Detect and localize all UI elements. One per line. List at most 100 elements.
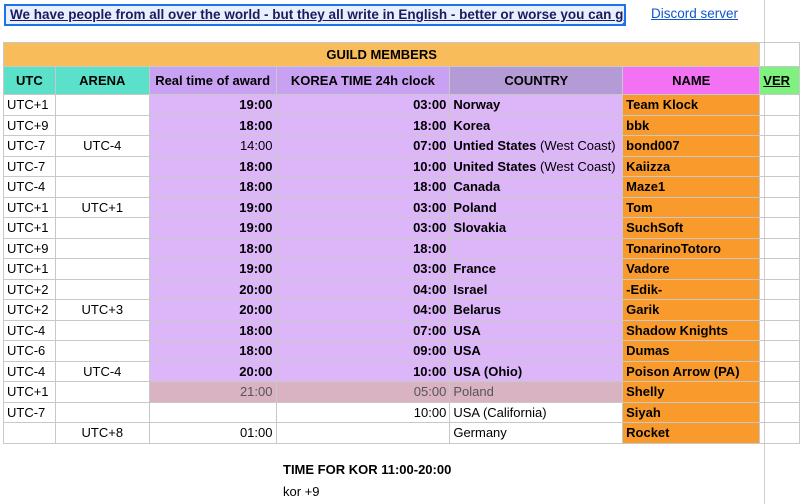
cell-country[interactable]: France [449,258,624,280]
cell-real-time[interactable]: 19:00 [148,217,277,239]
header-name[interactable]: NAME [622,66,761,95]
header-utc[interactable]: UTC [3,66,56,95]
cell-real-time[interactable]: 19:00 [148,196,277,218]
cell-name[interactable]: Tom [622,196,761,218]
cell-real-time[interactable]: 19:00 [148,258,277,280]
cell-name[interactable]: Shelly [622,381,761,403]
cell-country[interactable] [449,237,624,259]
cell-korea-time[interactable]: 18:00 [275,237,451,259]
cell-korea-time[interactable]: 10:00 [275,360,451,382]
cell-ver[interactable] [759,94,800,116]
cell-arena[interactable] [54,217,150,239]
cell-name[interactable]: Kaiizza [622,155,761,177]
cell-korea-time[interactable]: 18:00 [275,114,451,136]
cell-name[interactable]: SuchSoft [622,217,761,239]
cell-korea-time[interactable]: 03:00 [275,94,451,116]
cell-country[interactable]: Untied States (West Coast) [449,135,624,157]
cell-name[interactable]: Vadore [622,258,761,280]
cell-arena[interactable]: UTC+8 [54,422,150,444]
cell-country[interactable]: Canada [449,176,624,198]
cell-ver[interactable] [759,155,800,177]
kor-offset-note[interactable]: kor +9 [283,484,320,499]
cell-korea-time[interactable]: 09:00 [275,340,451,362]
cell-utc[interactable]: UTC-4 [3,360,56,382]
cell-real-time[interactable]: 18:00 [148,237,277,259]
cell-arena[interactable] [54,237,150,259]
cell-name[interactable]: bond007 [622,135,761,157]
cell-utc[interactable]: UTC+1 [3,196,56,218]
cell-real-time[interactable]: 18:00 [148,114,277,136]
cell-ver[interactable] [759,135,800,157]
cell-real-time[interactable]: 18:00 [148,340,277,362]
cell-country[interactable]: Germany [449,422,624,444]
cell-real-time[interactable]: 01:00 [148,422,277,444]
cell-arena[interactable] [54,176,150,198]
cell-arena[interactable] [54,278,150,300]
cell-ver[interactable] [759,360,800,382]
cell-ver[interactable] [759,237,800,259]
cell-real-time[interactable]: 14:00 [148,135,277,157]
cell-korea-time[interactable]: 18:00 [275,176,451,198]
cell-real-time[interactable]: 21:00 [148,381,277,403]
cell-country[interactable]: USA (California) [449,401,624,423]
cell-name[interactable]: Poison Arrow (PA) [622,360,761,382]
cell-country[interactable]: Israel [449,278,624,300]
cell-country[interactable]: United States (West Coast) [449,155,624,177]
cell-name[interactable]: Garik [622,299,761,321]
cell-utc[interactable]: UTC-7 [3,135,56,157]
cell-country[interactable]: Norway [449,94,624,116]
cell-ver[interactable] [759,340,800,362]
cell-name[interactable]: Team Klock [622,94,761,116]
cell-utc[interactable]: UTC-7 [3,155,56,177]
cell-korea-time[interactable]: 04:00 [275,299,451,321]
cell-name[interactable]: Siyah [622,401,761,423]
guild-members-title[interactable]: GUILD MEMBERS [2,42,761,67]
discord-server-link[interactable]: Discord server [651,6,738,21]
cell-ver[interactable] [759,176,800,198]
header-arena[interactable]: ARENA [54,66,150,95]
cell-korea-time[interactable]: 10:00 [275,401,451,423]
cell-ver[interactable] [759,258,800,280]
cell-ver[interactable] [759,217,800,239]
cell-korea-time[interactable]: 07:00 [275,319,451,341]
cell-arena[interactable] [54,340,150,362]
cell-arena[interactable]: UTC+1 [54,196,150,218]
cell-utc[interactable]: UTC+1 [3,381,56,403]
cell-utc[interactable]: UTC-4 [3,176,56,198]
cell-arena[interactable] [54,401,150,423]
cell-korea-time[interactable]: 05:00 [275,381,451,403]
cell-utc[interactable] [3,422,56,444]
cell-ver[interactable] [759,401,800,423]
cell-utc[interactable]: UTC+2 [3,299,56,321]
cell-korea-time[interactable]: 04:00 [275,278,451,300]
cell-real-time[interactable]: 19:00 [148,94,277,116]
cell-utc[interactable]: UTC+9 [3,114,56,136]
cell-korea-time[interactable]: 10:00 [275,155,451,177]
cell-arena[interactable] [54,114,150,136]
cell-name[interactable]: Shadow Knights [622,319,761,341]
cell-name[interactable]: Rocket [622,422,761,444]
cell-korea-time[interactable]: 03:00 [275,196,451,218]
cell-arena[interactable]: UTC-4 [54,360,150,382]
cell-arena[interactable]: UTC+3 [54,299,150,321]
cell-arena[interactable] [54,381,150,403]
cell-korea-time[interactable]: 03:00 [275,217,451,239]
cell-country[interactable]: Belarus [449,299,624,321]
cell-real-time[interactable]: 18:00 [148,155,277,177]
cell-arena[interactable] [54,155,150,177]
cell-ver[interactable] [759,381,800,403]
cell-arena[interactable] [54,258,150,280]
cell-utc[interactable]: UTC+1 [3,217,56,239]
cell-name[interactable]: bbk [622,114,761,136]
cell-real-time[interactable]: 18:00 [148,319,277,341]
cell-ver[interactable] [759,278,800,300]
cell-country[interactable]: Korea [449,114,624,136]
cell-country[interactable]: Slovakia [449,217,624,239]
time-for-kor-note[interactable]: TIME FOR KOR 11:00-20:00 [283,462,451,477]
cell-name[interactable]: Maze1 [622,176,761,198]
cell-ver[interactable] [759,299,800,321]
cell-country[interactable]: USA (Ohio) [449,360,624,382]
cell-utc[interactable]: UTC-6 [3,340,56,362]
cell-fill-handle[interactable] [621,21,624,24]
header-korea-time[interactable]: KOREA TIME 24h clock [275,66,451,95]
